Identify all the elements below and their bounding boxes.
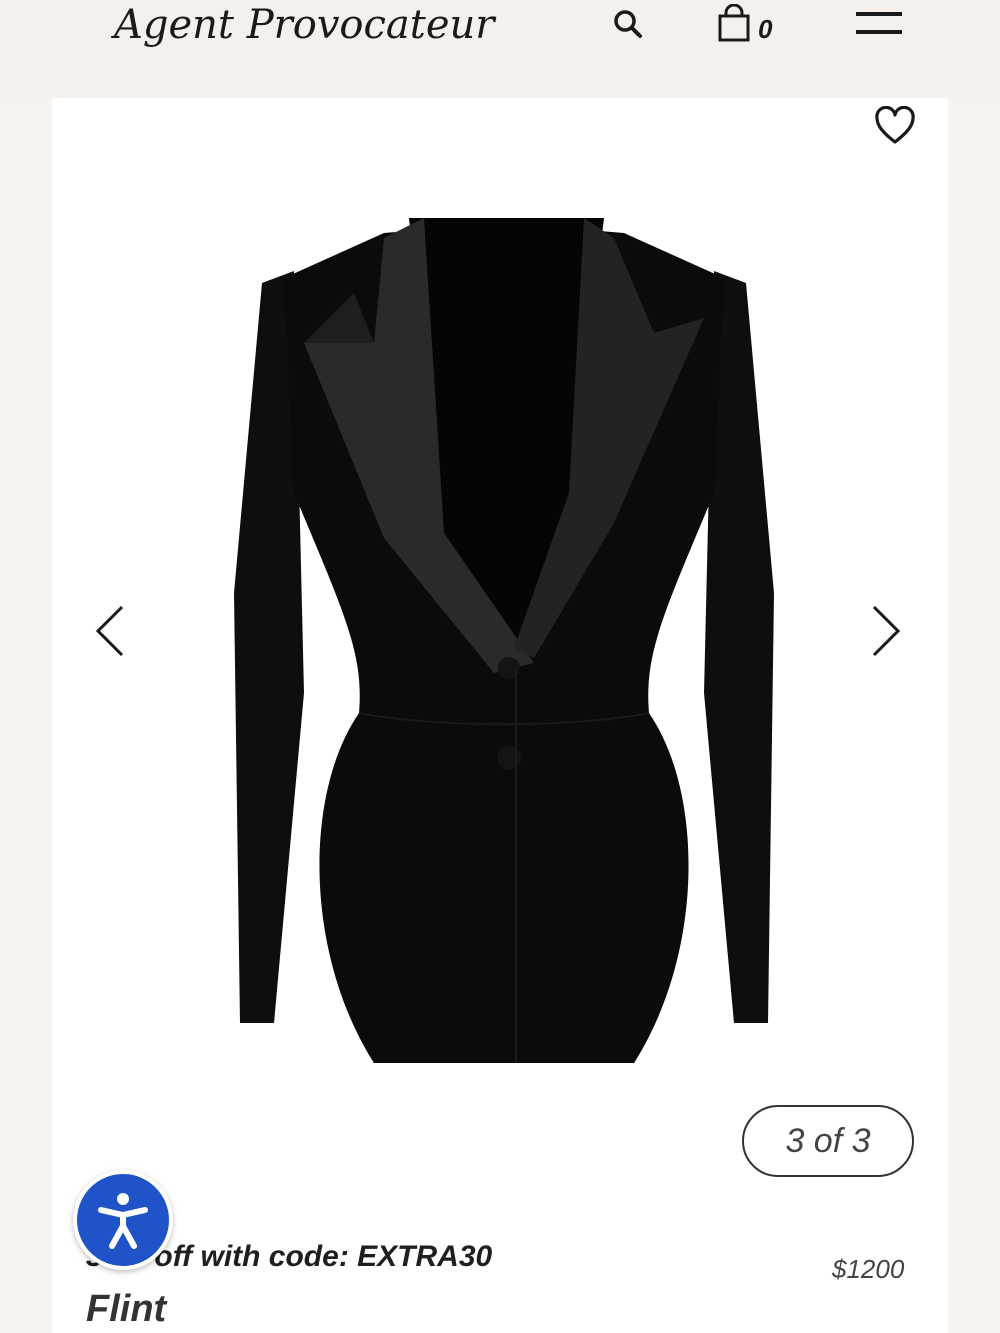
page-edge-right (948, 98, 1000, 1333)
bag-icon (718, 3, 750, 42)
chevron-left-icon (95, 605, 124, 657)
cart-button[interactable]: 0 (714, 3, 784, 44)
chevron-right-icon (872, 605, 901, 657)
heart-icon (875, 105, 915, 144)
product-name: Flint (86, 1288, 167, 1330)
cart-count: 0 (758, 14, 773, 44)
product-image (234, 218, 774, 1063)
brand-logo[interactable]: Agent Provocateur (114, 2, 494, 48)
site-header: Agent Provocateur 0 (52, 0, 948, 98)
menu-button[interactable] (854, 12, 904, 43)
wishlist-button[interactable] (874, 105, 916, 153)
product-gallery: 3 of 3 30% off with code: EXTRA30 $1200 … (52, 98, 948, 1333)
search-button[interactable] (610, 6, 646, 47)
page-edge-left (0, 98, 52, 1333)
previous-image-button[interactable] (92, 603, 126, 664)
image-counter: 3 of 3 (742, 1105, 914, 1177)
menu-icon (856, 12, 902, 34)
next-image-button[interactable] (870, 603, 904, 664)
accessibility-icon (98, 1193, 148, 1249)
accessibility-button[interactable] (73, 1170, 173, 1270)
product-price: $1200 (832, 1254, 905, 1284)
search-icon (614, 10, 642, 38)
